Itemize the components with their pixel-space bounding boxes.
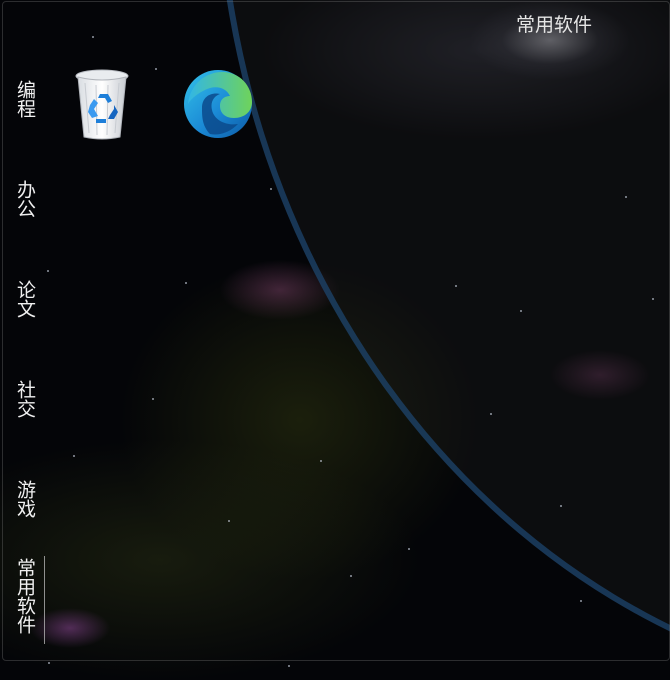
sidebar-item-programming[interactable]: 编程	[8, 80, 36, 118]
sidebar-item-common-software[interactable]: 常用软件	[8, 558, 36, 634]
recycle-bin-icon[interactable]	[62, 64, 142, 144]
active-tab-indicator	[44, 556, 45, 644]
sidebar-item-papers[interactable]: 论文	[8, 280, 36, 318]
edge-browser-icon[interactable]	[178, 64, 258, 144]
desktop-wallpaper: 常用软件 编程 办公 论文 社交 游戏 常用软件	[0, 0, 670, 680]
category-sidebar: 编程 办公 论文 社交 游戏 常用软件	[0, 0, 45, 660]
page-title: 常用软件	[515, 14, 592, 36]
sidebar-item-games[interactable]: 游戏	[8, 480, 36, 518]
sidebar-item-office[interactable]: 办公	[8, 180, 36, 218]
sidebar-item-social[interactable]: 社交	[8, 380, 36, 418]
